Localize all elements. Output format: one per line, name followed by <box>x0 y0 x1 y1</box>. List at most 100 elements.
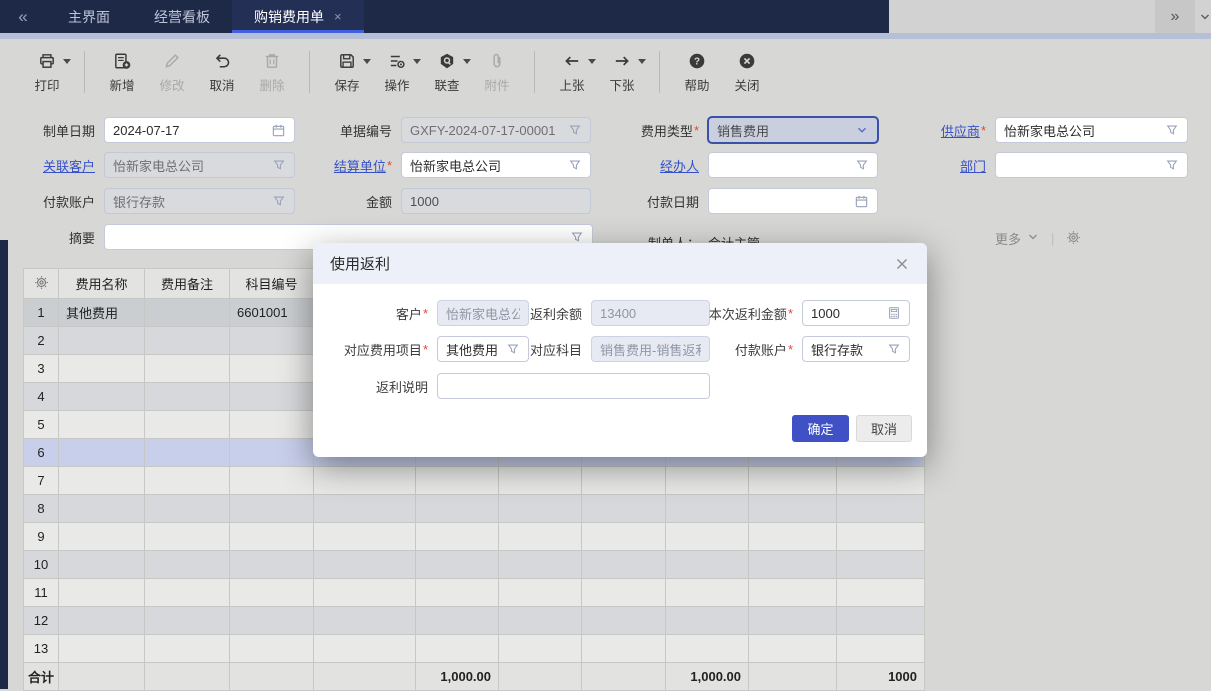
toolbar-button-next-doc[interactable]: 下张 <box>599 51 645 94</box>
grid-cell[interactable] <box>499 467 582 495</box>
grid-cell[interactable] <box>314 607 416 635</box>
grid-cell[interactable] <box>582 635 666 663</box>
pay-account-input[interactable]: 银行存款 <box>802 336 910 362</box>
row-number[interactable]: 5 <box>24 411 59 439</box>
funnel-icon[interactable] <box>568 158 582 172</box>
calendar-icon[interactable] <box>271 123 286 138</box>
tab-close-icon[interactable]: × <box>334 10 342 23</box>
grid-cell[interactable] <box>145 355 230 383</box>
toolbar-button-close[interactable]: 关闭 <box>724 51 770 94</box>
expand-tabs-icon[interactable]: » <box>1155 0 1195 33</box>
grid-cell[interactable] <box>749 635 837 663</box>
tab-expense-doc[interactable]: 购销费用单 × <box>232 0 364 33</box>
grid-cell[interactable] <box>837 579 925 607</box>
grid-cell[interactable] <box>749 467 837 495</box>
funnel-icon[interactable] <box>568 123 582 137</box>
supplier-label[interactable]: 供应商 <box>884 121 995 140</box>
funnel-icon[interactable] <box>855 158 869 172</box>
chevron-down-icon[interactable] <box>855 123 869 137</box>
grid-cell[interactable] <box>666 495 749 523</box>
row-number[interactable]: 8 <box>24 495 59 523</box>
make-date-input[interactable]: 2024-07-17 <box>104 117 295 143</box>
grid-cell[interactable] <box>416 579 499 607</box>
grid-cell[interactable] <box>666 523 749 551</box>
grid-cell[interactable] <box>666 607 749 635</box>
funnel-icon[interactable] <box>1165 158 1179 172</box>
dropdown-caret-icon[interactable] <box>363 59 371 68</box>
grid-cell[interactable] <box>416 467 499 495</box>
grid-cell[interactable] <box>582 579 666 607</box>
grid-cell[interactable] <box>314 551 416 579</box>
grid-cell[interactable] <box>499 579 582 607</box>
grid-cell[interactable] <box>582 551 666 579</box>
rebate-amount-input[interactable]: 1000 <box>802 300 910 326</box>
grid-cell[interactable] <box>582 495 666 523</box>
more-chevron-icon[interactable] <box>1027 231 1039 246</box>
toolbar-button-save[interactable]: 保存 <box>324 51 370 94</box>
grid-cell[interactable] <box>145 495 230 523</box>
left-collapsed-panel[interactable] <box>0 240 8 689</box>
row-number[interactable]: 6 <box>24 439 59 467</box>
grid-cell[interactable] <box>145 299 230 327</box>
grid-cell[interactable] <box>145 551 230 579</box>
ok-button[interactable]: 确定 <box>792 415 849 442</box>
settlement-unit-label[interactable]: 结算单位 <box>306 156 401 175</box>
grid-cell[interactable] <box>499 635 582 663</box>
toolbar-button-cancel[interactable]: 取消 <box>199 51 245 94</box>
grid-cell[interactable] <box>59 579 145 607</box>
row-number[interactable]: 4 <box>24 383 59 411</box>
grid-cell[interactable] <box>666 467 749 495</box>
grid-cell[interactable] <box>837 523 925 551</box>
grid-cell[interactable] <box>314 467 416 495</box>
more-button[interactable]: 更多 <box>995 229 1021 248</box>
grid-settings-gear-icon[interactable] <box>24 269 59 299</box>
grid-cell[interactable] <box>59 327 145 355</box>
calculator-icon[interactable] <box>887 306 901 320</box>
grid-cell[interactable] <box>145 579 230 607</box>
grid-cell[interactable] <box>749 523 837 551</box>
toolbar-button-prev-doc[interactable]: 上张 <box>549 51 595 94</box>
grid-cell[interactable] <box>230 607 314 635</box>
grid-cell[interactable] <box>230 439 314 467</box>
grid-cell[interactable] <box>230 467 314 495</box>
grid-cell[interactable] <box>837 551 925 579</box>
grid-cell[interactable] <box>314 579 416 607</box>
grid-cell[interactable] <box>230 523 314 551</box>
grid-cell[interactable] <box>837 635 925 663</box>
dropdown-caret-icon[interactable] <box>638 59 646 68</box>
grid-cell[interactable] <box>145 523 230 551</box>
grid-cell[interactable] <box>416 607 499 635</box>
grid-cell[interactable] <box>416 495 499 523</box>
grid-cell[interactable] <box>582 523 666 551</box>
toolbar-button-help[interactable]: ?帮助 <box>674 51 720 94</box>
tab-home[interactable]: 主界面 <box>46 0 132 33</box>
handler-label[interactable]: 经办人 <box>606 156 708 175</box>
tab-overflow-icon[interactable] <box>1199 10 1211 22</box>
grid-cell[interactable] <box>59 551 145 579</box>
toolbar-button-linked-query[interactable]: 联查 <box>424 51 470 94</box>
row-number[interactable]: 7 <box>24 467 59 495</box>
dialog-close-icon[interactable] <box>894 256 910 272</box>
dropdown-caret-icon[interactable] <box>463 59 471 68</box>
grid-cell[interactable] <box>499 551 582 579</box>
grid-cell[interactable]: 6601001 <box>230 299 314 327</box>
grid-cell[interactable] <box>749 607 837 635</box>
grid-cell[interactable] <box>59 411 145 439</box>
grid-cell[interactable] <box>145 607 230 635</box>
payment-date-input[interactable] <box>708 188 878 214</box>
grid-cell[interactable] <box>749 495 837 523</box>
grid-cell[interactable] <box>314 523 416 551</box>
grid-cell[interactable] <box>499 523 582 551</box>
grid-cell[interactable] <box>416 523 499 551</box>
expense-item-input[interactable]: 其他费用 <box>437 336 529 362</box>
toolbar-button-add[interactable]: 新增 <box>99 51 145 94</box>
grid-cell[interactable] <box>145 439 230 467</box>
funnel-icon[interactable] <box>887 342 901 356</box>
row-number[interactable]: 10 <box>24 551 59 579</box>
grid-cell[interactable] <box>666 579 749 607</box>
grid-cell[interactable] <box>666 551 749 579</box>
rebate-note-input[interactable] <box>437 373 710 399</box>
funnel-icon[interactable] <box>506 342 520 356</box>
row-number[interactable]: 1 <box>24 299 59 327</box>
grid-cell[interactable] <box>145 383 230 411</box>
